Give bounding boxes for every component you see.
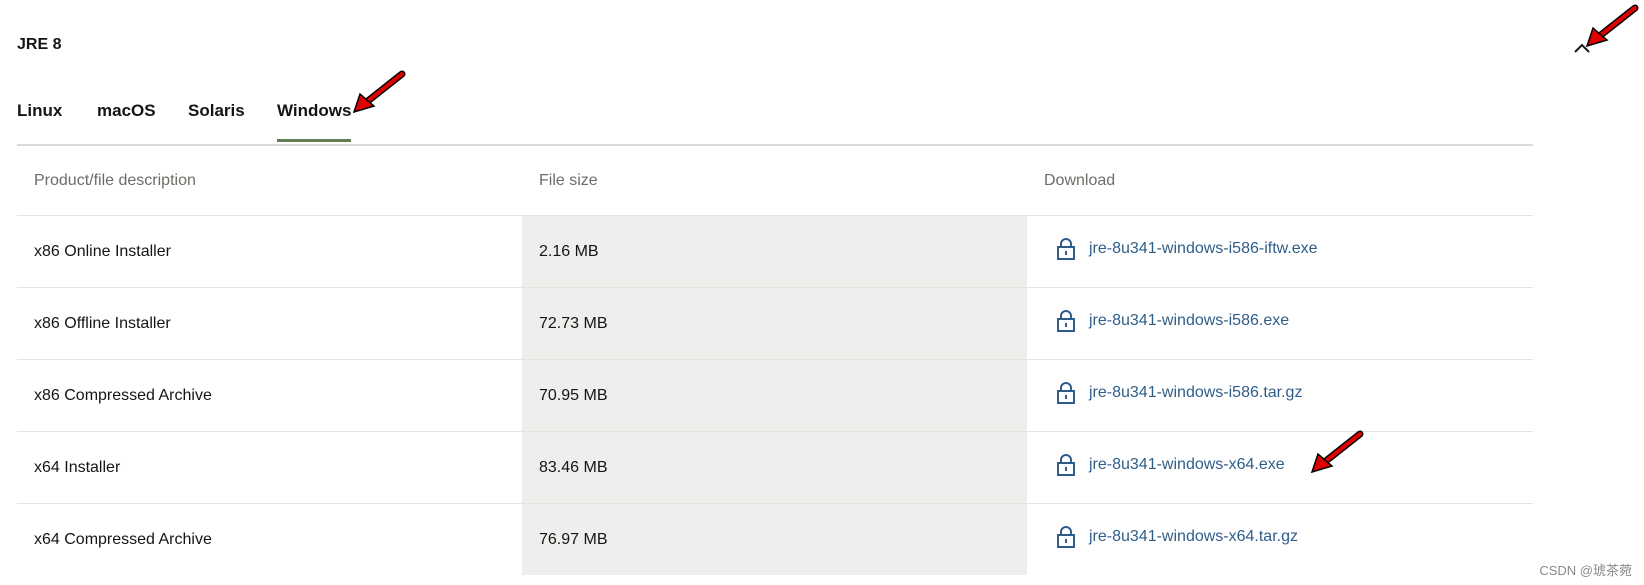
tab-windows[interactable]: Windows	[277, 101, 351, 142]
table-row: x64 Installer 83.46 MB jre-8u341-windows…	[17, 431, 1533, 504]
download-cell: jre-8u341-windows-x64.exe	[1027, 431, 1533, 504]
download-link[interactable]: jre-8u341-windows-i586-iftw.exe	[1056, 237, 1318, 261]
download-filename: jre-8u341-windows-x64.exe	[1089, 456, 1285, 473]
table-row: x86 Online Installer 2.16 MB jre-8u341-w…	[17, 215, 1533, 288]
download-filename: jre-8u341-windows-i586.tar.gz	[1089, 384, 1303, 401]
table-row: x86 Compressed Archive 70.95 MB jre-8u34…	[17, 359, 1533, 432]
file-description: x86 Online Installer	[17, 215, 522, 288]
lock-icon	[1057, 238, 1075, 260]
file-description: x86 Offline Installer	[17, 287, 522, 360]
red-arrow-icon	[1585, 4, 1639, 48]
download-cell: jre-8u341-windows-i586.tar.gz	[1027, 359, 1533, 432]
download-cell: jre-8u341-windows-i586.exe	[1027, 287, 1533, 360]
file-size: 76.97 MB	[522, 503, 1027, 575]
download-filename: jre-8u341-windows-x64.tar.gz	[1089, 528, 1298, 545]
download-link[interactable]: jre-8u341-windows-x64.tar.gz	[1056, 525, 1298, 549]
download-link[interactable]: jre-8u341-windows-i586.tar.gz	[1056, 381, 1302, 405]
header-description: Product/file description	[17, 147, 522, 216]
watermark: CSDN @琥茶菀	[1539, 563, 1632, 578]
download-filename: jre-8u341-windows-i586.exe	[1089, 312, 1290, 329]
file-description: x86 Compressed Archive	[17, 359, 522, 432]
lock-icon	[1057, 310, 1075, 332]
file-description: x64 Installer	[17, 431, 522, 504]
file-size: 83.46 MB	[522, 431, 1027, 504]
tab-solaris[interactable]: Solaris	[188, 101, 245, 142]
download-cell: jre-8u341-windows-x64.tar.gz	[1027, 504, 1533, 576]
file-description: x64 Compressed Archive	[34, 530, 212, 548]
header-download: Download	[1027, 147, 1533, 216]
tab-macos[interactable]: macOS	[97, 101, 156, 142]
chevron-up-icon	[1574, 43, 1590, 53]
file-size: 2.16 MB	[522, 215, 1027, 288]
download-filename: jre-8u341-windows-i586-iftw.exe	[1089, 240, 1318, 257]
file-size: 72.73 MB	[522, 287, 1027, 360]
download-link[interactable]: jre-8u341-windows-i586.exe	[1056, 309, 1289, 333]
table-row: x86 Offline Installer 72.73 MB jre-8u341…	[17, 287, 1533, 360]
table-row: x64 Compressed Archive 76.97 MB jre-8u34…	[17, 503, 1533, 576]
file-size: 70.95 MB	[522, 359, 1027, 432]
section-title: JRE 8	[17, 36, 62, 53]
platform-tabs: Linux macOS Solaris Windows	[17, 88, 1533, 146]
download-files-table: Product/file description File size Downl…	[17, 147, 1533, 575]
lock-icon	[1057, 526, 1075, 548]
table-header-row: Product/file description File size Downl…	[17, 147, 1533, 216]
tab-linux[interactable]: Linux	[17, 101, 62, 142]
lock-icon	[1057, 382, 1075, 404]
download-link[interactable]: jre-8u341-windows-x64.exe	[1056, 453, 1285, 477]
lock-icon	[1057, 454, 1075, 476]
header-file-size: File size	[522, 147, 1027, 216]
collapse-toggle[interactable]	[1572, 40, 1592, 56]
download-cell: jre-8u341-windows-i586-iftw.exe	[1027, 215, 1533, 288]
